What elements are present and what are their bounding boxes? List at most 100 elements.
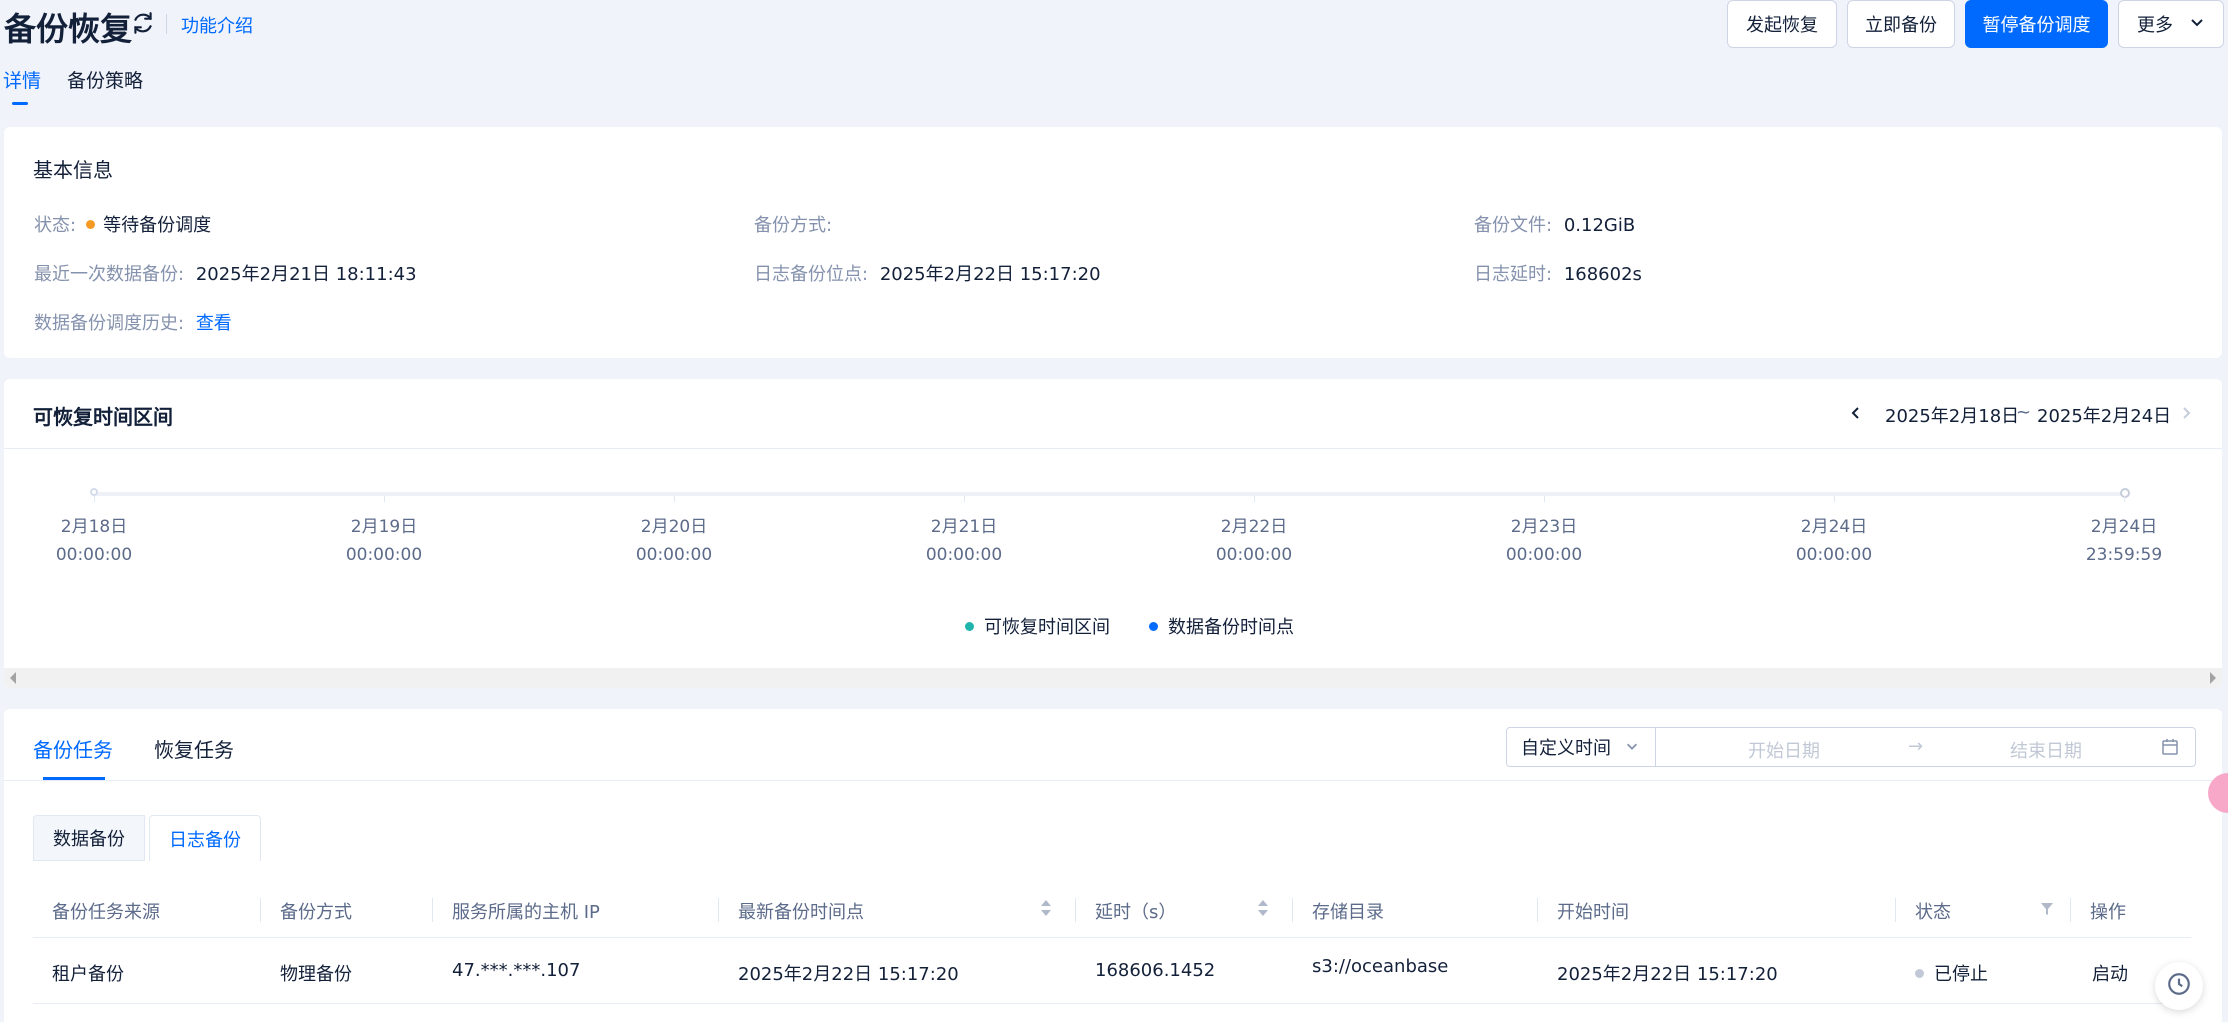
tab-restore-tasks-label: 恢复任务 <box>154 738 234 762</box>
tick-time: 00:00:00 <box>635 545 713 565</box>
start-action-link[interactable]: 启动 <box>2092 960 2128 986</box>
timeline-start-handle[interactable] <box>90 488 98 496</box>
sort-icon[interactable] <box>1040 898 1052 918</box>
horizontal-scrollbar[interactable] <box>4 668 2222 688</box>
tick-date: 2月22日 <box>1220 517 1288 537</box>
col-separator <box>2070 898 2071 922</box>
time-range-select[interactable]: 自定义时间 <box>1506 727 1656 767</box>
tab-active-indicator <box>12 102 28 105</box>
subtab-log-backup[interactable]: 日志备份 <box>149 815 261 861</box>
log-point-label: 日志备份位点: <box>754 264 869 285</box>
legend-recoverable: 可恢复时间区间 <box>965 613 1110 639</box>
col-source: 备份任务来源 <box>52 902 160 923</box>
tab-details[interactable]: 详情 <box>3 66 41 93</box>
cell-latest-point: 2025年2月22日 15:17:20 <box>738 964 959 985</box>
backup-now-button[interactable]: 立即备份 <box>1847 0 1955 48</box>
log-delay-value: 168602s <box>1563 264 1642 285</box>
cell-source: 租户备份 <box>52 964 124 985</box>
more-label: 更多 <box>2137 15 2173 36</box>
tick-time: 23:59:59 <box>2085 545 2163 565</box>
col-status: 状态 <box>1915 902 1951 923</box>
history-view-link[interactable]: 查看 <box>196 313 232 334</box>
last-backup-field: 最近一次数据备份: 2025年2月21日 18:11:43 <box>34 260 417 286</box>
history-float-button[interactable] <box>2155 962 2203 1010</box>
timeline-tick-mark <box>1253 496 1255 502</box>
header-divider <box>4 448 2222 449</box>
tab-backup-tasks[interactable]: 备份任务 <box>33 734 113 763</box>
timeline-tick-label: 2月21日 00:00:00 <box>909 513 1019 569</box>
refresh-icon[interactable] <box>130 10 156 36</box>
status-field: 状态: 等待备份调度 <box>34 211 211 237</box>
timeline-tick-label: 2月19日 00:00:00 <box>329 513 439 569</box>
backup-file-field: 备份文件: 0.12GiB <box>1474 211 1635 237</box>
timeline-tick-label: 2月20日 00:00:00 <box>619 513 729 569</box>
basic-info-card: 基本信息 状态: 等待备份调度 备份方式: 备份文件: 0.12GiB 最近一次… <box>4 127 2222 358</box>
clock-icon <box>2166 971 2192 1002</box>
cell-storage-dir: s3://oceanbase <box>1312 956 1449 977</box>
timeline-tick-mark <box>2123 496 2125 502</box>
range-prev-icon[interactable] <box>1848 405 1864 426</box>
timeline-tick-mark <box>93 496 95 502</box>
subtab-data-backup[interactable]: 数据备份 <box>33 815 145 861</box>
col-latest-point[interactable]: 最新备份时间点 <box>738 898 864 924</box>
log-delay-field: 日志延时: 168602s <box>1474 260 1642 286</box>
legend-dot-teal <box>965 621 974 631</box>
col-host-ip: 服务所属的主机 IP <box>452 902 600 923</box>
status-value: 等待备份调度 <box>103 215 212 236</box>
tick-date: 2月20日 <box>640 517 708 537</box>
end-date-input[interactable]: 结束日期 <box>2010 737 2082 763</box>
timeline-tick-label: 2月24日 00:00:00 <box>1779 513 1889 569</box>
start-date-input[interactable]: 开始日期 <box>1748 737 1820 763</box>
col-separator <box>1075 898 1076 922</box>
timeline-tick-mark <box>673 496 675 502</box>
cell-status-label: 已停止 <box>1934 964 1988 985</box>
scroll-left-icon[interactable] <box>10 672 16 684</box>
tick-date: 2月24日 <box>2090 517 2158 537</box>
tab-restore-tasks[interactable]: 恢复任务 <box>154 734 234 763</box>
intro-link[interactable]: 功能介绍 <box>181 12 253 38</box>
timeline-tick-label: 2月18日 00:00:00 <box>39 513 149 569</box>
col-separator <box>260 898 261 922</box>
basic-info-title: 基本信息 <box>33 158 113 182</box>
tick-time: 00:00:00 <box>1505 545 1583 565</box>
col-separator <box>1895 898 1896 922</box>
tab-backup-tasks-label: 备份任务 <box>33 738 113 762</box>
timeline-tick-mark <box>1543 496 1545 502</box>
status-dot <box>86 219 96 229</box>
timeline-tick-label: 2月22日 00:00:00 <box>1199 513 1309 569</box>
last-backup-label: 最近一次数据备份: <box>34 264 185 285</box>
last-backup-value: 2025年2月21日 18:11:43 <box>195 264 417 285</box>
cell-method: 物理备份 <box>280 964 352 985</box>
tick-time: 00:00:00 <box>1795 545 1873 565</box>
filter-icon[interactable] <box>2040 900 2054 921</box>
backup-method-field: 备份方式: <box>754 211 832 237</box>
tick-date: 2月18日 <box>60 517 128 537</box>
cell-start-time: 2025年2月22日 15:17:20 <box>1557 964 1778 985</box>
recoverable-title: 可恢复时间区间 <box>33 405 173 429</box>
scroll-right-icon[interactable] <box>2210 672 2216 684</box>
col-start-time: 开始时间 <box>1557 902 1629 923</box>
cell-host-ip: 47.***.***.107 <box>452 960 581 981</box>
timeline-tick-label: 2月24日 23:59:59 <box>2069 513 2179 569</box>
col-delay[interactable]: 延时（s） <box>1095 898 1176 924</box>
timeline-end-handle[interactable] <box>2120 488 2130 498</box>
tick-time: 00:00:00 <box>55 545 133 565</box>
col-separator <box>432 898 433 922</box>
range-separator: ~ <box>2016 402 2032 423</box>
col-separator <box>718 898 719 922</box>
recoverable-range-card: 可恢复时间区间 2025年2月18日 ~ 2025年2月24日 2月18日 00:… <box>4 379 2222 688</box>
tick-date: 2月24日 <box>1800 517 1868 537</box>
pause-schedule-button[interactable]: 暂停备份调度 <box>1965 0 2108 48</box>
tick-time: 00:00:00 <box>1215 545 1293 565</box>
tab-backup-strategy[interactable]: 备份策略 <box>67 66 143 93</box>
more-button[interactable]: 更多 <box>2118 0 2224 48</box>
timeline-track <box>94 492 2128 496</box>
subtab-data-backup-label: 数据备份 <box>53 829 125 850</box>
tick-date: 2月21日 <box>930 517 998 537</box>
range-next-icon[interactable] <box>2178 405 2194 426</box>
arrow-right-icon: → <box>1908 736 1924 757</box>
restore-button[interactable]: 发起恢复 <box>1727 0 1837 48</box>
tasks-divider <box>4 780 2222 781</box>
sort-icon[interactable] <box>1257 898 1269 918</box>
date-range-picker[interactable]: 开始日期 → 结束日期 <box>1655 727 2196 767</box>
